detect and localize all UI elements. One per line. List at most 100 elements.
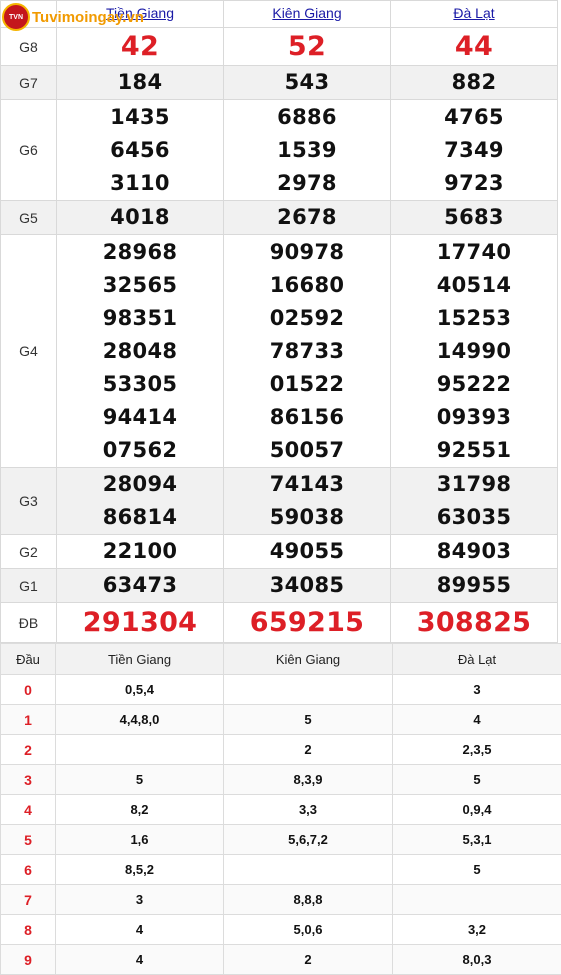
loto-row: 14,4,8,054 [1,705,561,735]
loto-row: 9428,0,3 [1,945,561,975]
loto-head-digit: 7 [1,885,56,915]
prize-number: 4018 [57,201,223,234]
prize-number: 86814 [57,501,223,534]
prize-number: 98351 [57,302,223,335]
loto-head-digit: 9 [1,945,56,975]
loto-row: 48,23,30,9,4 [1,795,561,825]
prize-number: 63035 [391,501,557,534]
prize-number: 9723 [391,167,557,200]
prize-row: G2221004905584903 [1,535,558,569]
prize-label: G1 [1,569,57,603]
prize-number: 543 [224,66,390,99]
loto-head-digit: 8 [1,915,56,945]
prize-cell: 882 [391,66,558,100]
prize-cell: 143564563110 [57,100,224,201]
loto-tail-digits: 5,6,7,2 [224,825,393,855]
prize-cell: 2678 [224,201,391,235]
prize-label: G3 [1,468,57,535]
results-table: Tiền Giang Kiên Giang Đà Lạt G8425244G71… [0,0,558,643]
prize-cell: 543 [224,66,391,100]
loto-tail-digits [224,855,393,885]
prize-number: 90978 [224,236,390,269]
prize-cell: 17740405141525314990952220939392551 [391,235,558,468]
prize-number: 291304 [57,603,223,642]
loto-head-digit: 4 [1,795,56,825]
prize-number: 28968 [57,236,223,269]
prize-number: 07562 [57,434,223,467]
prize-label: G5 [1,201,57,235]
prize-number: 86156 [224,401,390,434]
prize-row: G6143564563110688615392978476573499723 [1,100,558,201]
loto-table: Đầu Tiền Giang Kiên Giang Đà Lạt 00,5,43… [0,643,561,975]
prize-number: 7349 [391,134,557,167]
prize-cell: 308825 [391,603,558,643]
prize-cell: 84903 [391,535,558,569]
prize-number: 78733 [224,335,390,368]
loto-tail-digits: 8,5,2 [56,855,224,885]
prize-row: G5401826785683 [1,201,558,235]
loto-row: 68,5,25 [1,855,561,885]
prize-number: 02592 [224,302,390,335]
prize-row: G8425244 [1,28,558,66]
prize-number: 882 [391,66,557,99]
prize-cell: 52 [224,28,391,66]
loto-header-dau: Đầu [1,644,56,675]
prize-number: 84903 [391,535,557,568]
prize-number: 50057 [224,434,390,467]
prize-number: 89955 [391,569,557,602]
loto-tail-digits: 2,3,5 [393,735,561,765]
loto-tail-digits: 5 [224,705,393,735]
loto-tail-digits [56,735,224,765]
prize-row: G3280948681474143590383179863035 [1,468,558,535]
loto-row: 358,3,95 [1,765,561,795]
loto-tail-digits: 3 [56,885,224,915]
loto-tail-digits [393,885,561,915]
loto-row: 00,5,43 [1,675,561,705]
prize-row: G1634733408589955 [1,569,558,603]
prize-number: 31798 [391,468,557,501]
prize-number: 28048 [57,335,223,368]
prize-cell: 44 [391,28,558,66]
prize-number: 94414 [57,401,223,434]
logo-mark-icon: TVN [2,3,30,31]
prize-number: 2678 [224,201,390,234]
loto-tail-digits: 3,2 [393,915,561,945]
loto-row: 222,3,5 [1,735,561,765]
prize-number: 09393 [391,401,557,434]
prize-label: ĐB [1,603,57,643]
prize-cell: 184 [57,66,224,100]
prize-number: 14990 [391,335,557,368]
province-link-da-lat[interactable]: Đà Lạt [453,5,494,21]
prize-row: G7184543882 [1,66,558,100]
loto-tail-digits: 4 [56,915,224,945]
loto-header-col3: Đà Lạt [393,644,561,675]
loto-head-digit: 5 [1,825,56,855]
site-logo[interactable]: TVN Tuvimoingay.vn [2,2,144,32]
loto-header-col2: Kiên Giang [224,644,393,675]
prize-cell: 659215 [224,603,391,643]
prize-number: 40514 [391,269,557,302]
prize-number: 22100 [57,535,223,568]
loto-tail-digits: 2 [224,945,393,975]
prize-number: 42 [57,28,223,65]
prize-number: 28094 [57,468,223,501]
loto-row: 738,8,8 [1,885,561,915]
prize-cell: 89955 [391,569,558,603]
loto-head-digit: 6 [1,855,56,885]
prize-cell: 291304 [57,603,224,643]
prize-number: 44 [391,28,557,65]
loto-tail-digits: 8,3,9 [224,765,393,795]
prize-cell: 42 [57,28,224,66]
prize-number: 52 [224,28,390,65]
prize-number: 49055 [224,535,390,568]
province-link-kien-giang[interactable]: Kiên Giang [272,5,341,21]
prize-number: 63473 [57,569,223,602]
prize-number: 32565 [57,269,223,302]
prize-label: G7 [1,66,57,100]
prize-cell: 4018 [57,201,224,235]
logo-text: Tuvimoingay.vn [32,9,144,26]
loto-tail-digits: 0,5,4 [56,675,224,705]
prize-cell: 688615392978 [224,100,391,201]
loto-tail-digits: 5,3,1 [393,825,561,855]
prize-cell: 90978166800259278733015228615650057 [224,235,391,468]
